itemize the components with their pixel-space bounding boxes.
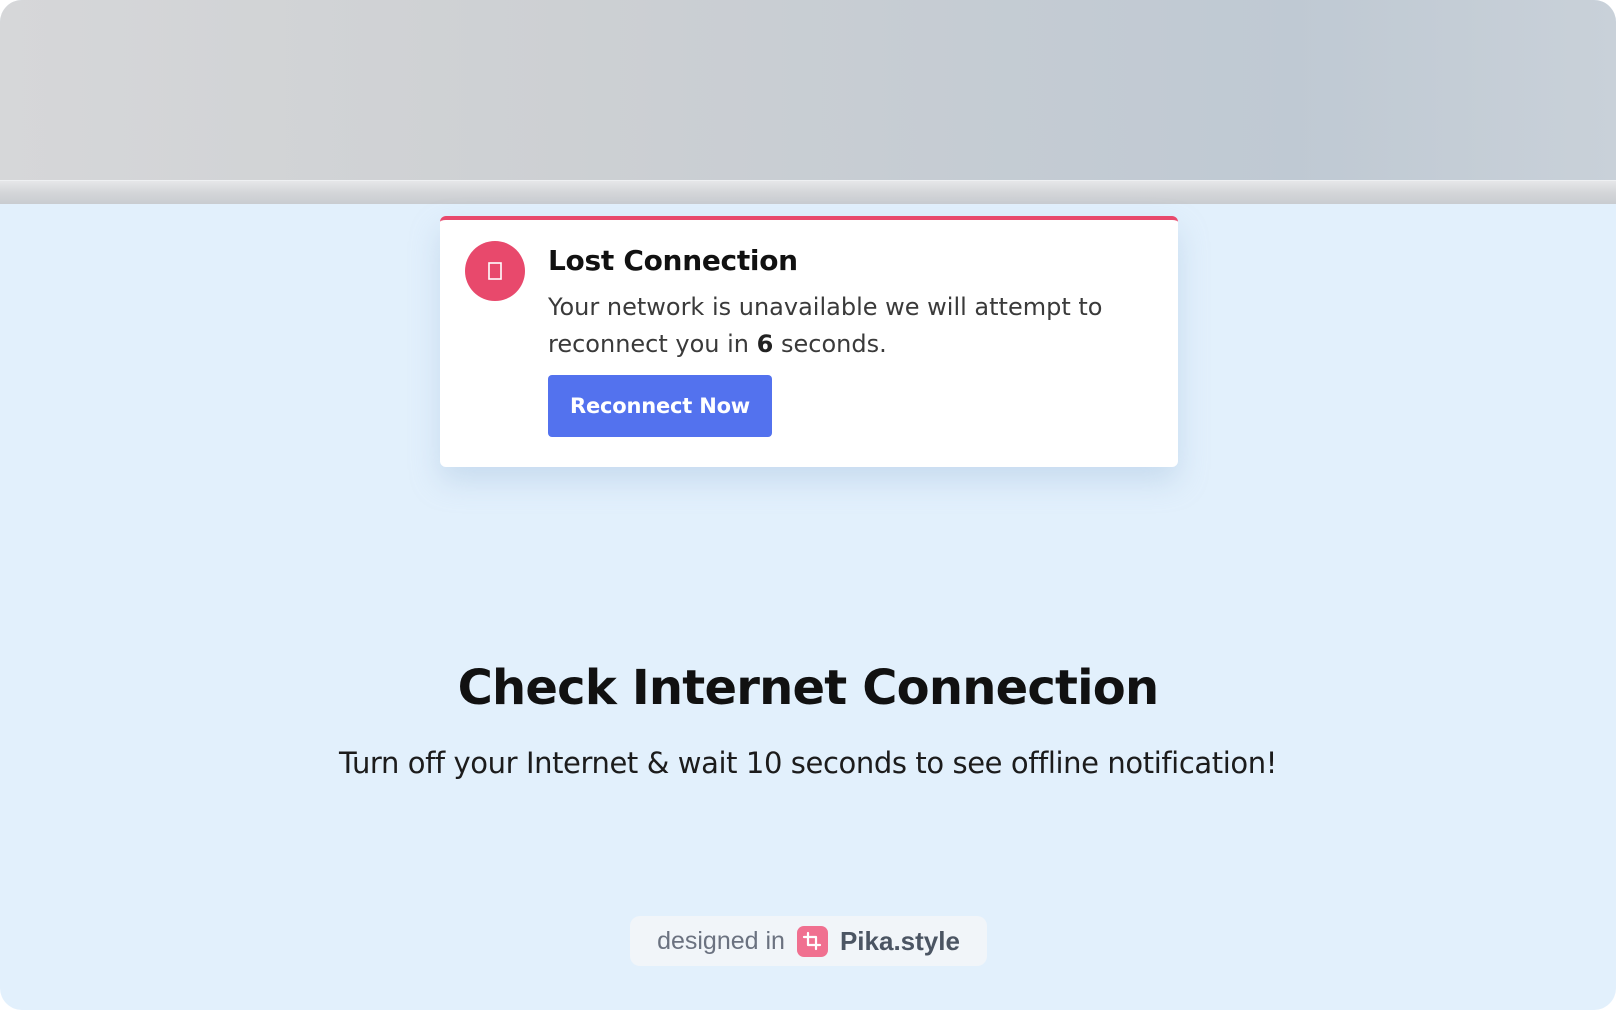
page-title: Check Internet Connection — [457, 660, 1160, 716]
badge-prefix: designed in — [657, 926, 785, 955]
screenshot-frame: Lost Connection Your network is unavaila… — [0, 0, 1616, 1010]
reconnect-now-button[interactable]: Reconnect Now — [548, 375, 772, 437]
designed-in-badge[interactable]: designed in Pika.style — [630, 916, 987, 966]
toast-title: Lost Connection — [548, 244, 798, 277]
badge-brand: Pika.style — [839, 925, 960, 956]
countdown-value: 6 — [756, 330, 774, 358]
crop-icon — [796, 925, 828, 957]
wifi-off-icon — [465, 241, 525, 301]
backdrop-edge — [0, 180, 1616, 204]
page-subtitle: Turn off your Internet & wait 10 seconds… — [339, 746, 1277, 780]
wifi-off-glyph — [488, 262, 502, 280]
toast-message: Your network is unavailable we will atte… — [548, 289, 1158, 363]
lost-connection-toast: Lost Connection Your network is unavaila… — [440, 216, 1178, 467]
backdrop-band — [0, 0, 1616, 182]
toast-message-suffix: seconds. — [781, 330, 887, 358]
crop-glyph — [803, 931, 822, 951]
